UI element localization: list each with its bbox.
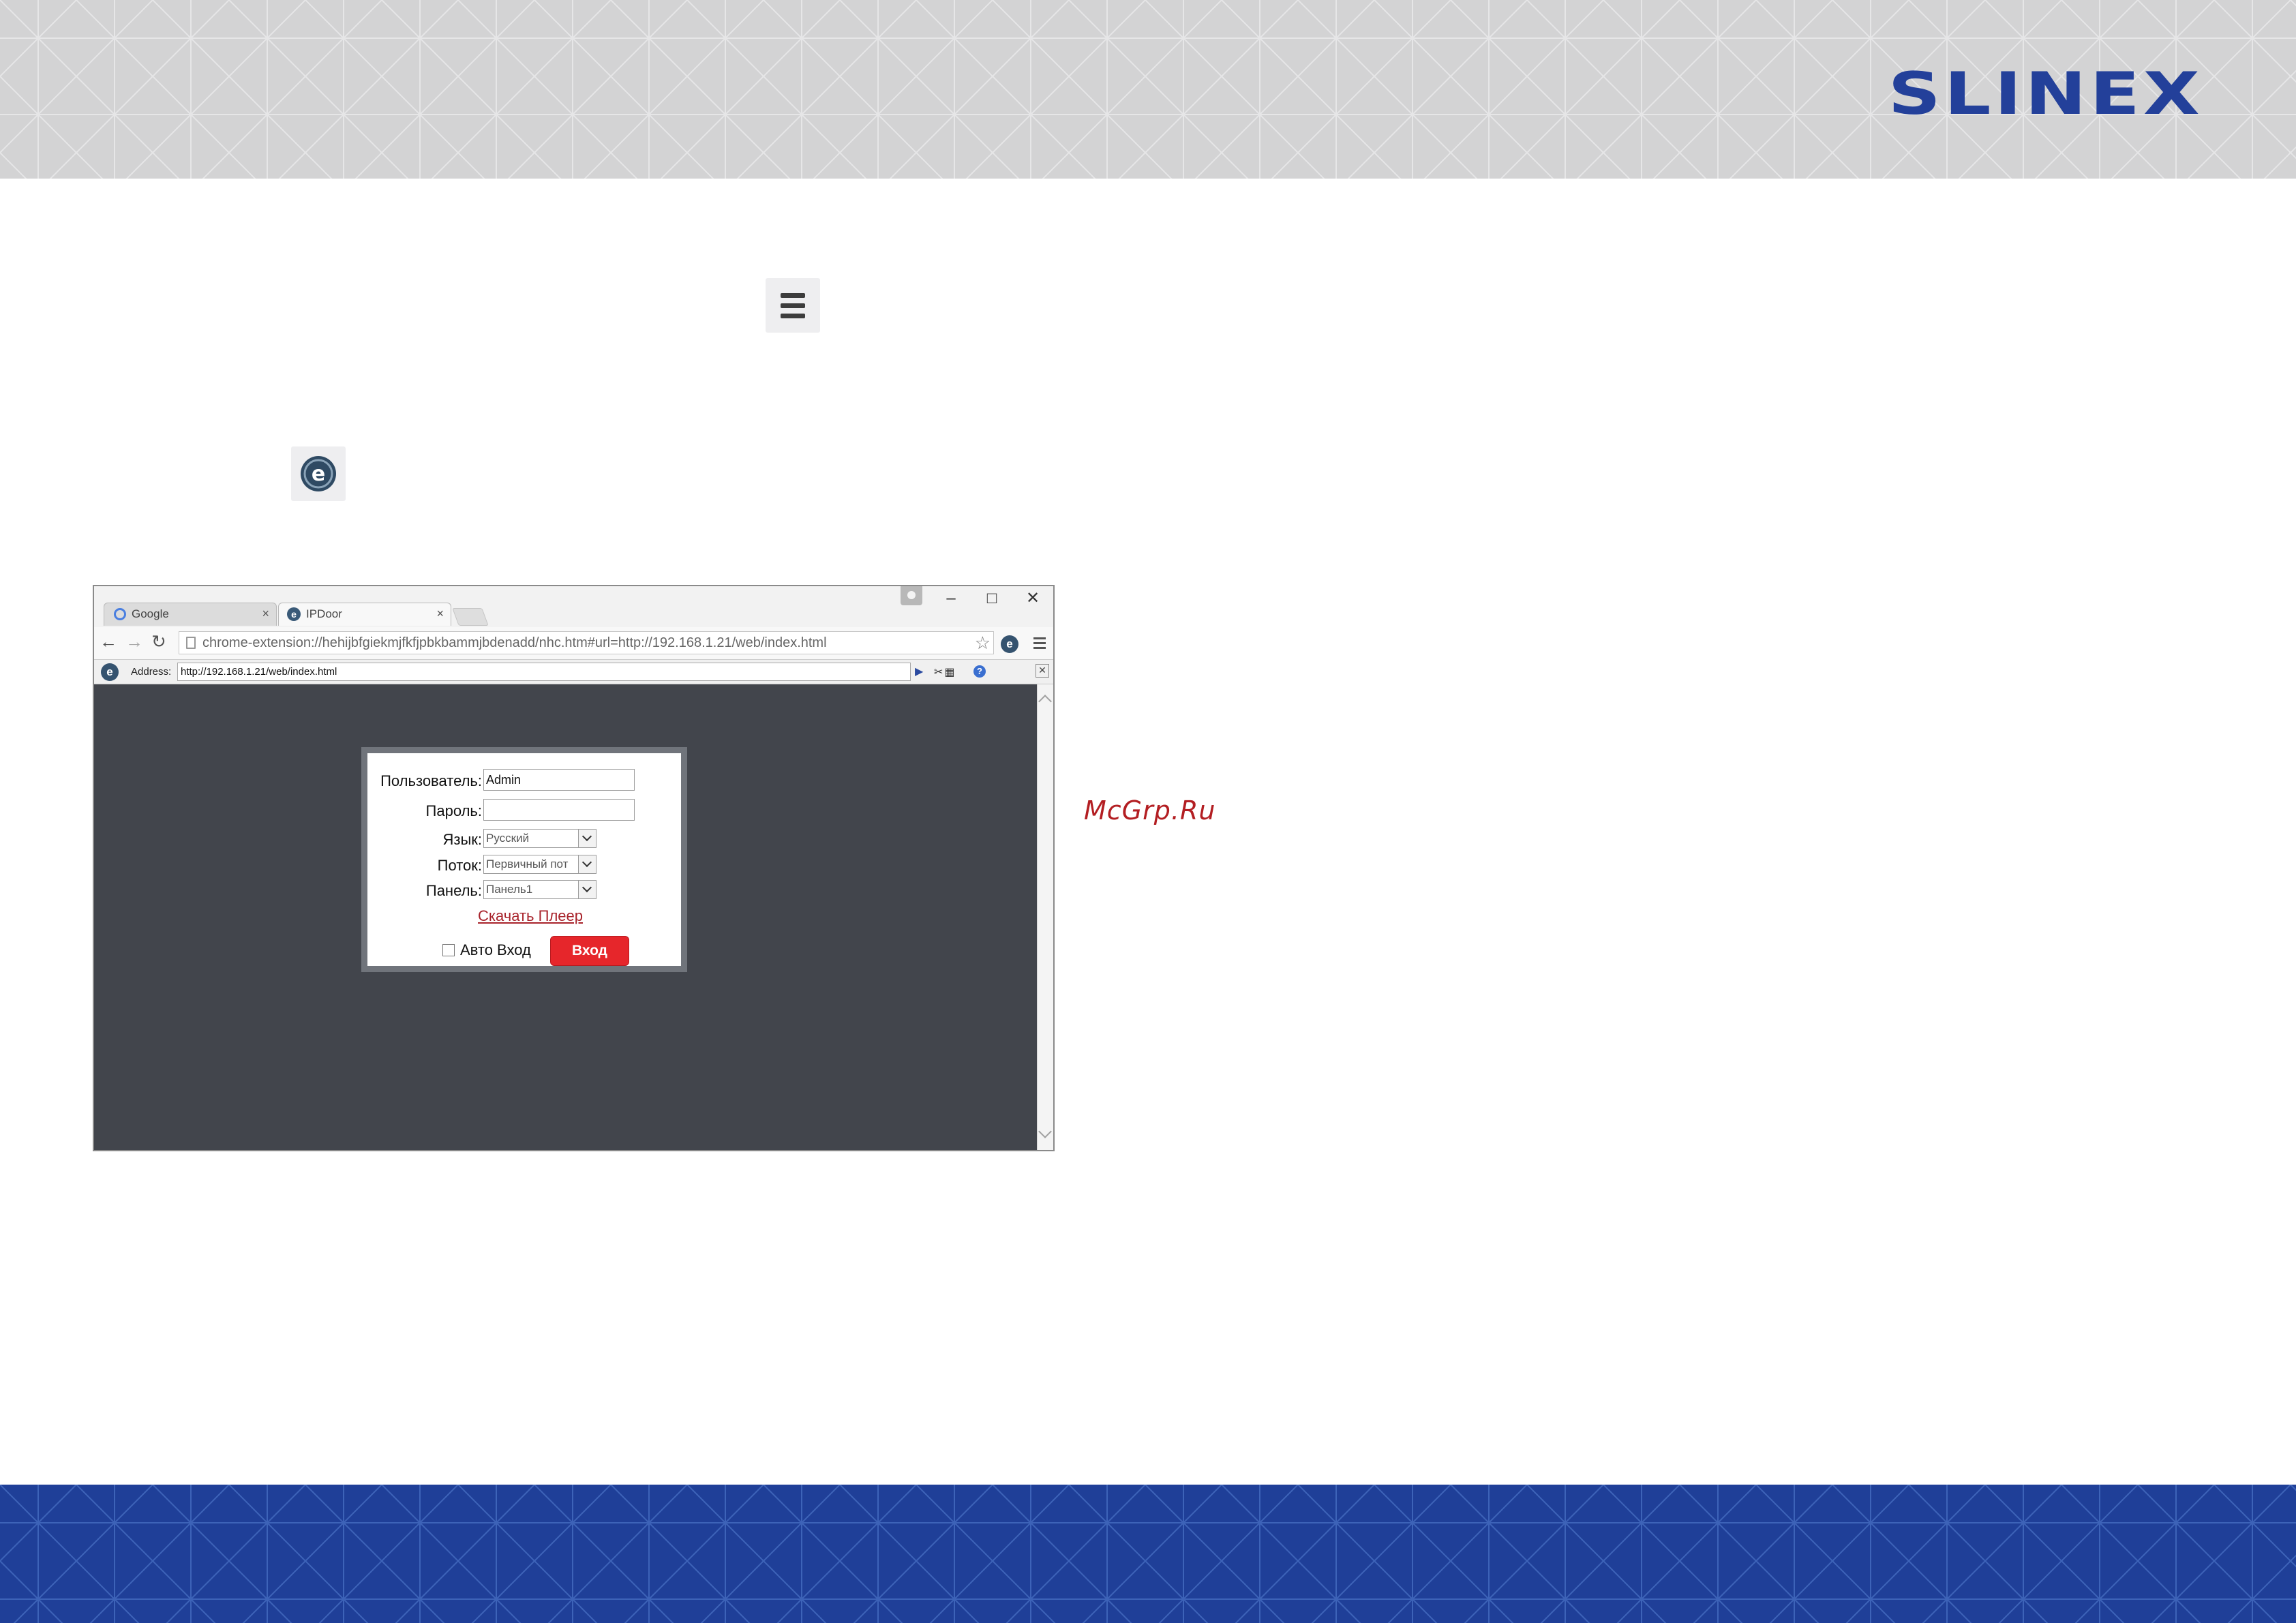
language-select[interactable]: Русский [483, 829, 596, 848]
password-input[interactable] [483, 799, 635, 821]
back-arrow-icon[interactable]: ← [100, 631, 117, 652]
chevron-down-icon [578, 830, 596, 847]
ie-tab-icon: e [287, 607, 301, 621]
auto-login-checkbox[interactable]: Авто Вход [442, 941, 531, 959]
user-input[interactable] [483, 769, 635, 791]
ie-tab-toolbar-icon[interactable]: e [1001, 635, 1018, 653]
panel-select[interactable]: Панель1 [483, 880, 596, 899]
user-row: Пользователь: [367, 768, 681, 791]
vertical-scrollbar[interactable] [1037, 684, 1053, 1150]
reload-icon[interactable]: ↻ [151, 631, 166, 652]
login-panel: Пользователь: Пароль: Язык: Русский Пото… [361, 747, 687, 972]
stream-value: Первичный пот [486, 858, 569, 870]
footer-band [0, 1485, 2296, 1623]
tab-ipdoor[interactable]: e IPDoor × [278, 603, 451, 626]
scroll-up-icon[interactable] [1038, 695, 1052, 708]
minimize-button[interactable]: – [933, 588, 969, 611]
user-label: Пользователь: [380, 772, 482, 789]
footer-pattern [0, 1485, 2296, 1623]
language-value: Русский [486, 832, 530, 845]
tab-close-icon[interactable]: × [262, 607, 269, 621]
tab-label: Google [132, 607, 169, 620]
scroll-down-icon[interactable] [1038, 1125, 1052, 1138]
ie-tab-extension-icon: e [291, 446, 346, 501]
help-icon[interactable]: ? [973, 665, 986, 678]
bookmark-star-icon[interactable]: ☆ [975, 633, 991, 654]
google-icon [114, 608, 126, 620]
hamburger-menu-icon [766, 278, 820, 333]
chrome-toolbar: ← → ↻ chrome-extension://hehijbfgiekmjfk… [94, 627, 1053, 660]
tools-icon[interactable]: ✂▦ [934, 665, 956, 679]
stream-row: Поток: Первичный пот [367, 853, 681, 876]
url-text: chrome-extension://hehijbfgiekmjfkfjpbkb… [202, 635, 827, 650]
page-icon [186, 637, 196, 649]
watermark: McGrp.Ru [1084, 795, 1216, 825]
stream-label: Поток: [437, 857, 482, 874]
panel-label: Панель: [425, 882, 482, 899]
tab-close-icon[interactable]: × [436, 607, 444, 621]
language-label: Язык: [442, 831, 482, 848]
ie-tab-icon: e [101, 663, 119, 681]
chrome-menu-icon[interactable] [1033, 637, 1046, 649]
chevron-down-icon [578, 855, 596, 873]
password-row: Пароль: [367, 798, 681, 821]
checkbox-icon[interactable] [442, 944, 455, 956]
page-viewport: Пользователь: Пароль: Язык: Русский Пото… [94, 684, 1037, 1150]
forward-arrow-icon[interactable]: → [125, 631, 143, 652]
auto-login-label: Авто Вход [460, 941, 531, 958]
omnibox[interactable]: chrome-extension://hehijbfgiekmjfkfjpbkb… [179, 631, 994, 654]
new-tab-button[interactable] [452, 608, 489, 626]
manual-page: SLINEX e Google × e IPDoor × – □ ✕ ← → ↻… [0, 0, 2296, 1623]
browser-window: Google × e IPDoor × – □ ✕ ← → ↻ chrome-e… [93, 585, 1055, 1151]
password-label: Пароль: [425, 802, 482, 819]
language-row: Язык: Русский [367, 827, 681, 850]
profile-icon[interactable] [901, 586, 922, 605]
login-button[interactable]: Вход [550, 936, 629, 966]
close-iebar-icon[interactable]: ✕ [1036, 664, 1049, 678]
ie-tab-address-bar: e Address: http://192.168.1.21/web/index… [94, 660, 1053, 684]
close-window-button[interactable]: ✕ [1014, 588, 1051, 611]
tab-label: IPDoor [306, 607, 342, 620]
chevron-down-icon [578, 881, 596, 898]
address-label: Address: [131, 666, 172, 678]
ie-address-input[interactable]: http://192.168.1.21/web/index.html [177, 663, 911, 681]
slinex-logo: SLINEX [1888, 60, 2203, 128]
browser-titlebar: Google × e IPDoor × – □ ✕ [94, 586, 1053, 627]
panel-row: Панель: Панель1 [367, 878, 681, 901]
panel-value: Панель1 [486, 883, 533, 896]
stream-select[interactable]: Первичный пот [483, 855, 596, 874]
maximize-button[interactable]: □ [973, 588, 1010, 611]
header-band: SLINEX [0, 0, 2296, 179]
download-player-link[interactable]: Скачать Плеер [367, 907, 681, 925]
go-arrow-icon[interactable]: ▶ [915, 665, 923, 678]
tab-google[interactable]: Google × [104, 603, 277, 626]
svg-text:e: e [312, 462, 325, 486]
